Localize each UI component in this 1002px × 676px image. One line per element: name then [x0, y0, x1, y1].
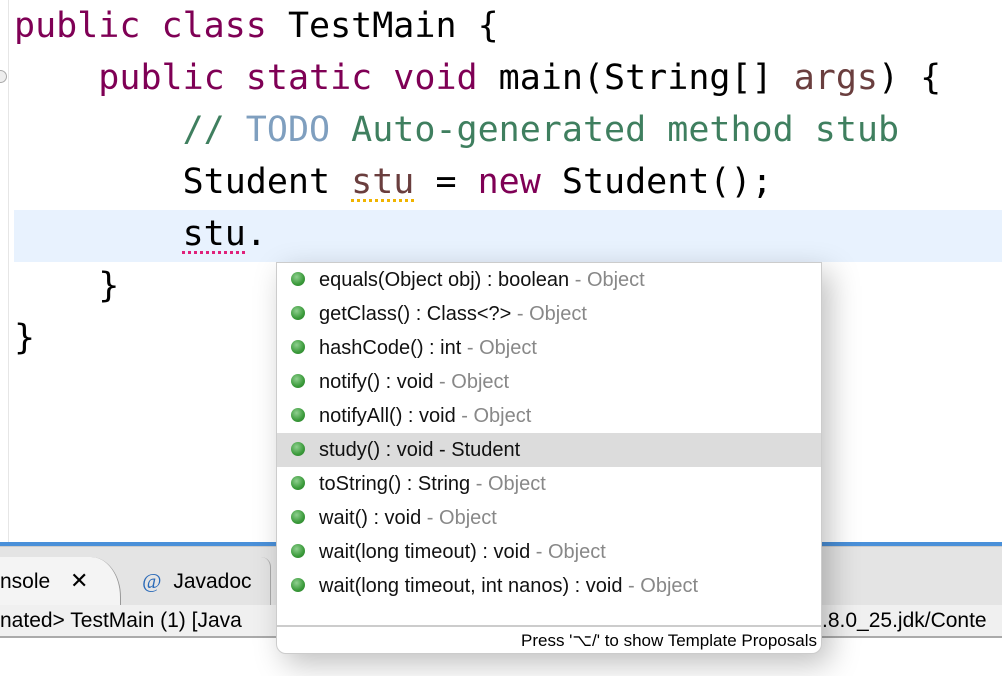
- fold-collapse-icon[interactable]: [0, 70, 7, 83]
- separator: -: [470, 473, 488, 495]
- code-line: // TODO Auto-generated method stub: [14, 104, 941, 156]
- proposal-item[interactable]: wait() : void - Object: [277, 501, 821, 535]
- code-token: TestMain {: [287, 6, 499, 46]
- separator: -: [421, 507, 440, 529]
- keyword: public static void: [98, 58, 499, 98]
- parameter: args: [793, 58, 878, 98]
- code-token: ) {: [877, 58, 942, 98]
- public-method-icon: [291, 476, 305, 491]
- proposal-signature: hashCode() : int: [319, 337, 462, 359]
- separator: -: [622, 575, 641, 597]
- separator: -: [433, 371, 452, 393]
- public-method-icon: [291, 544, 305, 559]
- public-method-icon: [291, 340, 305, 355]
- code-line: public class TestMain {: [14, 0, 941, 52]
- editor-ruler: [8, 0, 9, 542]
- proposal-list: equals(Object obj) : boolean - Object get…: [277, 263, 821, 603]
- public-method-icon: [291, 272, 305, 287]
- separator: -: [433, 439, 452, 461]
- separator: -: [530, 541, 548, 563]
- proposal-item[interactable]: equals(Object obj) : boolean - Object: [277, 263, 821, 297]
- owner-class: Object: [487, 473, 546, 495]
- proposal-owner: - Object: [569, 269, 645, 291]
- code-token: main(String[]: [498, 58, 794, 98]
- public-method-icon: [291, 408, 305, 423]
- proposal-owner: - Object: [461, 337, 537, 359]
- tab-label: Javadoc: [173, 570, 252, 593]
- proposal-signature: equals(Object obj) : boolean: [319, 269, 570, 291]
- public-method-icon: [291, 306, 305, 321]
- proposal-owner: - Object: [511, 303, 587, 325]
- proposal-owner: - Object: [622, 575, 699, 597]
- owner-class: Object: [547, 541, 606, 563]
- proposal-signature: getClass() : Class<?>: [319, 303, 512, 325]
- owner-class: Object: [451, 371, 510, 393]
- keyword: public class: [14, 6, 288, 46]
- close-icon[interactable]: ✕: [70, 568, 88, 593]
- variable-warning: stu: [351, 162, 415, 202]
- proposal-owner: - Object: [530, 541, 606, 563]
- code-token: }: [98, 266, 120, 306]
- code-token: Student();: [540, 162, 773, 202]
- owner-class: Object: [479, 337, 537, 359]
- proposal-owner: - Object: [433, 371, 509, 393]
- separator: -: [511, 303, 530, 325]
- proposal-owner: - Object: [455, 405, 532, 427]
- owner-class: Object: [640, 575, 699, 597]
- separator: -: [569, 269, 587, 291]
- variable-error: stu: [182, 214, 246, 254]
- comment: Auto-generated method stub: [330, 110, 900, 150]
- owner-class: Object: [529, 303, 587, 325]
- public-method-icon: [291, 578, 305, 593]
- proposal-item[interactable]: wait(long timeout) : void - Object: [277, 535, 821, 569]
- owner-class: Object: [439, 507, 497, 529]
- separator: -: [461, 337, 480, 359]
- proposal-item[interactable]: notify() : void - Object: [277, 365, 821, 399]
- keyword: new: [477, 162, 541, 202]
- content-assist-popup: equals(Object obj) : boolean - Object get…: [276, 262, 822, 654]
- status-right: .8.0_25.jdk/Conte: [822, 609, 987, 632]
- code-token: =: [414, 162, 478, 202]
- proposal-item[interactable]: notifyAll() : void - Object: [277, 399, 821, 433]
- proposal-signature: wait(long timeout) : void: [319, 541, 531, 563]
- owner-class: Object: [473, 405, 532, 427]
- code-line: Student stu = new Student();: [14, 156, 941, 208]
- todo-tag: TODO: [245, 110, 331, 150]
- tab-label: nsole: [0, 570, 51, 593]
- proposal-owner: - Object: [421, 507, 497, 529]
- code-token: }: [14, 318, 36, 358]
- popup-footer: Press '⌥/' to show Template Proposals: [277, 625, 821, 653]
- proposal-signature: notify() : void: [319, 371, 434, 393]
- code-line: public static void main(String[] args) {: [14, 52, 941, 104]
- proposal-item[interactable]: getClass() : Class<?> - Object: [277, 297, 821, 331]
- proposal-item[interactable]: hashCode() : int - Object: [277, 331, 821, 365]
- public-method-icon: [291, 374, 305, 389]
- status-left: nated> TestMain (1) [Java: [0, 609, 242, 632]
- comment: //: [182, 110, 246, 150]
- proposal-item[interactable]: toString() : String - Object: [277, 467, 821, 501]
- proposal-signature: wait(long timeout, int nanos) : void: [319, 575, 623, 597]
- proposal-signature: study() : void: [319, 439, 434, 461]
- code-token: .: [245, 214, 267, 254]
- public-method-icon: [291, 442, 305, 457]
- code-token: Student: [182, 162, 352, 202]
- proposal-owner: - Student: [433, 439, 520, 461]
- proposal-item[interactable]: wait(long timeout, int nanos) : void - O…: [277, 569, 821, 603]
- proposal-signature: wait() : void: [319, 507, 422, 529]
- separator: -: [455, 405, 474, 427]
- proposal-signature: toString() : String: [319, 473, 471, 495]
- owner-class: Object: [586, 269, 645, 291]
- tab-console[interactable]: nsole ✕: [0, 557, 121, 605]
- tab-javadoc[interactable]: @ Javadoc: [130, 557, 271, 605]
- public-method-icon: [291, 510, 305, 525]
- at-icon: @: [142, 569, 162, 593]
- owner-class: Student: [451, 439, 521, 461]
- proposal-signature: notifyAll() : void: [319, 405, 456, 427]
- proposal-item[interactable]: study() : void - Student: [277, 433, 821, 467]
- code-line: stu.: [14, 208, 941, 260]
- proposal-owner: - Object: [470, 473, 546, 495]
